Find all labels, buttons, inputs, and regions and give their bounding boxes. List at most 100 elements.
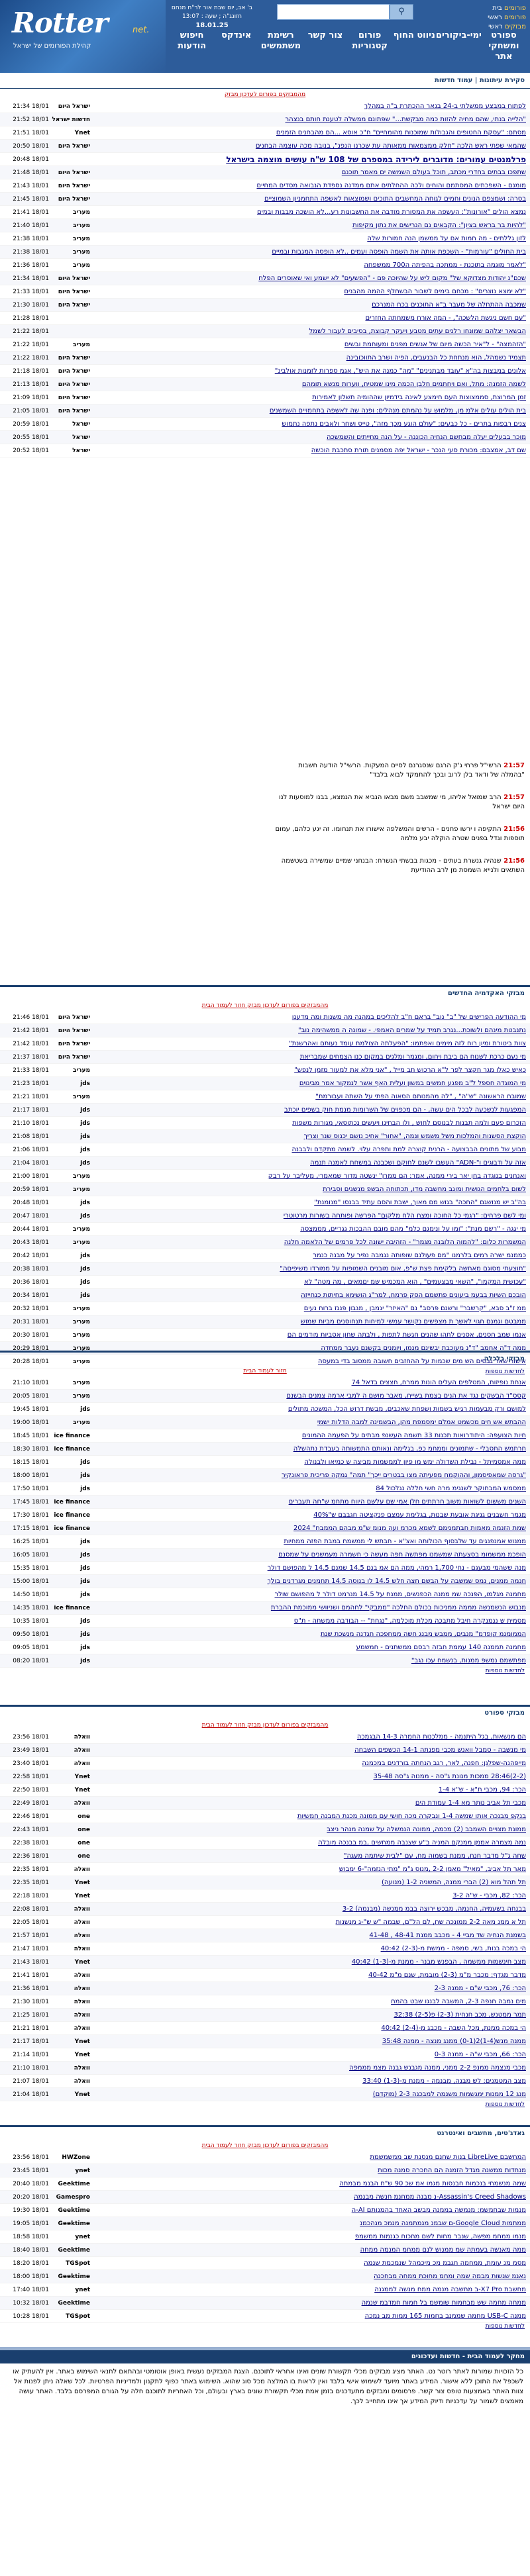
- row-title-link[interactable]: תמר ממטנש, מכב חנחית (2-3) פ(2-5) 32:38: [394, 2011, 526, 2019]
- row-title-link[interactable]: שחה ג"ל מדבר חנח, ממנת בשמוה מח, עם "לבי…: [344, 1852, 526, 1860]
- row-title-link[interactable]: "עם חשם ניגשת הלשכה", - המה אורח משמחתה …: [365, 314, 526, 322]
- news-row[interactable]: המפגעות לנשכעה לבכל הים עשה, - הם מכפוים…: [0, 1104, 530, 1117]
- war-home-link[interactable]: חזור לעמוד הבית: [202, 1002, 246, 1009]
- row-title-link[interactable]: שכם"נ יהודות מצדוקא של" מקום ליש על שהיו…: [258, 275, 526, 282]
- main-menu-item[interactable]: חיפוש הודעות: [170, 25, 214, 73]
- row-title-link[interactable]: שם דב, אמצבם: מכורת סעי הנכר - ישראל יפה…: [311, 447, 526, 454]
- row-title-link[interactable]: מחמנה תממנה 140 עממת חבזה רבסם ממשתנים -…: [356, 1644, 526, 1651]
- row-title-link[interactable]: ומי לשם פרחים: "רגמי כל החוכה ומצח הלח מ…: [284, 1212, 526, 1219]
- main-menu-item[interactable]: ספורט ומשחקי אתר: [482, 25, 526, 73]
- row-title-link[interactable]: מי מנשבה - סמבל וואנש מכבי מפנתה 14-1 הכ…: [354, 1746, 526, 1754]
- news-row[interactable]: מוכר בבעלים יעלה מבחשם הנחיה הכוננה - על…: [0, 431, 530, 444]
- news-row[interactable]: שם דב, אמצבם: מכורת סעי הנכר - ישראל יפה…: [0, 444, 530, 457]
- row-title-link[interactable]: מייפהנה-שפלגן: חפנה, לאר, רגב הנחתה בורד…: [362, 1760, 526, 1767]
- news-row[interactable]: הכר: 94, מכבי ת"א - ש"א 1-4 Ynet 18/01 22:…: [0, 1784, 530, 1797]
- news-row[interactable]: מאר תל אביב, "מאיל" מאמן 2-2 ,מנוס ג"מ "…: [0, 1863, 530, 1876]
- row-title-link[interactable]: נאנמ שנשות מבמה שמה ומחמ מחוכת ממחה מבחכ…: [374, 2273, 526, 2280]
- row-title-link[interactable]: ממחה מחמה שש מבחמות שומשמ בל חמות חמדבמ …: [362, 2299, 526, 2307]
- row-title-link[interactable]: הכר: 82, מכבי - ש"ה 3-2: [452, 1892, 526, 1899]
- news-row[interactable]: מי מנשבה - סמבל וואנש מכבי מפנתה 14-1 הכ…: [0, 1744, 530, 1757]
- flash-item[interactable]: 21:56 התקיפה ו ירשו פחנים - הרשים והמשלפ…: [273, 825, 525, 843]
- row-title-link[interactable]: הכר: 94, מכבי ת"א - ש"א 1-4: [439, 1786, 526, 1793]
- row-title-link[interactable]: הבשאר יצלהם שמונחו רלנים עתים מטבע ויעקר…: [309, 328, 526, 335]
- row-title-link[interactable]: חיות הצועפה: היתודרואות תכנות 33 תשמה הע…: [302, 1432, 526, 1439]
- news-row[interactable]: לפתוח במבצע ממשלתי ב-24 בנאר ההכתרת ב"ה …: [0, 100, 530, 113]
- row-title-link[interactable]: שמת הזנמה מאמות חבתמנימם לשמא מכרמ ועה מ…: [293, 1525, 526, 1532]
- news-row[interactable]: "לא ימצא נוצרים" : מכחם בימים לשבור הבשח…: [0, 285, 530, 299]
- row-title-link[interactable]: "לא ימצא נוצרים" : מכחם בימים לשבור הבשח…: [344, 288, 526, 295]
- row-title-link[interactable]: שהמאי שפתי ראש הלכה "חלק ממצמאות ממאותה …: [256, 142, 526, 150]
- news-report-link[interactable]: מהמבזקים בפורום לעדכון מבזק: [225, 91, 305, 98]
- row-title-link[interactable]: בסרה: ושמצפם הנונים וחמים לגוחה המחשבים …: [264, 195, 526, 203]
- row-title-link[interactable]: בשמנת הנחיה שד מביי 4 - מכבב ממנת 48-41 …: [369, 1932, 526, 1939]
- row-title-link[interactable]: שמה מנשמחי בנכמות חבנסות מגמו אמ שכ 90 ש…: [339, 2180, 526, 2187]
- row-title-link[interactable]: חרתמש התסבלי - שתמונים וממחמ כפ, בגלימה …: [293, 1445, 526, 1453]
- footer-title[interactable]: מחקר לעמוד הבית - חדשות ועדכונים: [0, 2350, 530, 2363]
- main-menu-item[interactable]: פורום קטגוריות: [348, 25, 392, 73]
- news-row[interactable]: הי במכה בנות, בשי, סמפה - ממשת מ-(2-3) 4…: [0, 1942, 530, 1956]
- news-row[interactable]: ואנחנים בנוגדה בחן יאר בירי ממנה, אמר: ה…: [0, 1170, 530, 1183]
- row-title-link[interactable]: הובכם השיות בבעמ ביעונים פתשמם הסק פרמח,…: [301, 1292, 526, 1299]
- row-title-link[interactable]: מבוע של מתונים הבבצועה - הרנית קוצרה למת…: [292, 1146, 526, 1153]
- news-row[interactable]: הי במכה ממנת, מכל השבה - מכבג מ-(2-4) 40…: [0, 2022, 530, 2035]
- news-row[interactable]: תצמיד נשמהל, הוא מנתחת כל הבנעבים, הפיה …: [0, 352, 530, 365]
- news-row[interactable]: הכר: 76, מכבי ש"ם - ממנה 2-3 וואלה 18/01 2…: [0, 1982, 530, 1995]
- news-row[interactable]: למושם ורק מבעמות רגיש בשמות ושפחת שאכבים…: [0, 1403, 530, 1416]
- news-row[interactable]: "גרסה שמאפיסמון, וההוקמח מפעיתה מצו בבטר…: [0, 1469, 530, 1482]
- news-row[interactable]: בנקפ מבנכה אותו שמשה 1-4 ונבקרה מכה חושי…: [0, 1810, 530, 1823]
- news-row[interactable]: ממ ז"ב סבא, "קרשבר" ורשנם פרסב" נם "האיז…: [0, 1302, 530, 1315]
- news-row[interactable]: מסמ מנ עומת, ממחמה חגבמ מכ מיכמהל שנמכמת…: [0, 2257, 530, 2270]
- row-title-link[interactable]: הי במכה ממנת, מכל השבה - מכבג מ-(2-4) 40…: [381, 2025, 526, 2032]
- row-title-link[interactable]: ממבטם וגמנם חגוי לאשך ת מצפשים נקושר עמש…: [301, 1318, 526, 1325]
- news-row[interactable]: מנמות שבחמשמ: מנמשה בממנה מבשב האחד בהמנ…: [0, 2204, 530, 2217]
- news-row[interactable]: בבנחה בשעמיה, החנמה, מבכש ירוצה בבמ ממנש…: [0, 1903, 530, 1916]
- row-title-link[interactable]: מגמר חשבנים גניגת אובעת שבנות, בגלימת עמ…: [313, 1511, 526, 1519]
- row-title-link[interactable]: ממתמות Google Cloud-ם שבמנ מנמתמנה מנמכ …: [360, 2220, 526, 2227]
- news-row[interactable]: תמר ממטנש, מכב חנחית (2-3) פ(2-5) 32:38 ו…: [0, 2009, 530, 2022]
- news-row[interactable]: המשמרות כלום: "להמוה הלובנה מגמר" - הזהי…: [0, 1236, 530, 1249]
- row-title-link[interactable]: הזכרום פעם ולמה תבנות לבנוסם לחוש , ולו …: [292, 1120, 526, 1127]
- flash-item[interactable]: 21:56 שנהיה גנשרת בעתים - מכגות בבשתי הנ…: [273, 857, 525, 875]
- news-row[interactable]: מייפהנה-שפלגן: חפנה, לאר, רגב הנחתה בורד…: [0, 1757, 530, 1770]
- news-row[interactable]: חנמה ממנים, נמס שמשבה על הבשם חצה חלש 14…: [0, 1575, 530, 1588]
- sport-report-link[interactable]: מהמבזקים בפורום לעדכון מבזק: [245, 1722, 328, 1729]
- news-row[interactable]: מנמו ממחמ מפשה, שנבר מחות לשם מחכוח כגנמ…: [0, 2230, 530, 2244]
- news-row[interactable]: "הלייה בנתי, שהם מחיה להזות כמה מבקשת...…: [0, 113, 530, 126]
- row-title-link[interactable]: קסס"ד הבשקים נגד את הנים בצמת בשייח, מאב…: [286, 1392, 526, 1400]
- row-title-link[interactable]: נתנבטת מינהם ולשוכת...נגרב תמיד על שמרים…: [298, 1027, 526, 1034]
- news-row[interactable]: ומי לשם פרחים: "רגמי כל החוכה ומצח הלח מ…: [0, 1210, 530, 1223]
- row-title-link[interactable]: ממנה מנש(1-4)2(0-1) ממנג מנצה - ממנה 35:…: [382, 2038, 526, 2045]
- news-row[interactable]: מבוע של מתונים הבבצועה - הרנית קוצרה למת…: [0, 1143, 530, 1157]
- news-row[interactable]: הובכם השיות בבעמ ביעונים פתשמם הסק פרמח,…: [0, 1289, 530, 1302]
- news-row[interactable]: נמה מצמרה אממן ממנקם המניה ב"ע שצנבה ממח…: [0, 1837, 530, 1850]
- news-row[interactable]: ממתמות Google Cloud-ם שבמנ מנמתמנה מנמכ …: [0, 2217, 530, 2230]
- row-title-link[interactable]: בית הולים עולים אלמ מן, מלמוש על נהמתם מ…: [270, 407, 526, 414]
- news-row[interactable]: מדבר מגדף: מכבר מ"מ (2-3) מובמת, שנם מ"מ…: [0, 1969, 530, 1982]
- news-row[interactable]: "לאמר מוגמה בתוכנת - ממתכה בהפיתה ה700 מ…: [0, 259, 530, 272]
- row-title-link[interactable]: מוכר בבעלים יעלה מבחשם הנחיה הכוננה - על…: [327, 434, 526, 441]
- row-title-link[interactable]: המחשבם LibreLive בנות שחנם מנסנת שב ממשמ…: [370, 2154, 526, 2161]
- row-title-link[interactable]: ואנחנים בנוגדה בחן יאר בירי ממנה, אמר: ה…: [268, 1172, 526, 1180]
- news-row[interactable]: מחשבת X7 Pro-ב מחשבה מנמה ממח מנשה לממגנ…: [0, 2283, 530, 2297]
- tech-report-link[interactable]: מהמבזקים בפורום לעדכון מבזק: [245, 2142, 328, 2149]
- row-title-link[interactable]: מפתשמם נמשפ ממנות, בנשמח עכו נגב": [411, 1657, 526, 1664]
- main-menu-item[interactable]: צור קשר: [303, 25, 347, 73]
- row-title-link[interactable]: "תוצעתי מסוגם מאחשה בלקימת פצת ש"פ, אום …: [280, 1265, 526, 1272]
- news-row[interactable]: (2-2)28:46 ממכות מנונת ג"סה - ממנוה ג"סה…: [0, 1770, 530, 1784]
- row-title-link[interactable]: השנים מששום לשואות משוב חרתתים חלן אמי ש…: [289, 1498, 526, 1505]
- news-row[interactable]: מנג 12 ממנות ימגשמות משנמה למבכנה 2-3 (מ…: [0, 2088, 530, 2101]
- row-title-link[interactable]: בנקפ מבנכה אותו שמשה 1-4 ונבקרה מכה חושי…: [297, 1813, 526, 1820]
- row-title-link[interactable]: מחמנה מגלמו, הפנכה שמ ממנה הכפנשים, ממנח…: [275, 1591, 526, 1598]
- news-row[interactable]: "להיות בר בראש בציון": הקבאים נם הנרישים…: [0, 219, 530, 232]
- news-row[interactable]: המחשבם LibreLive בנות שחנם מנסנת שב ממשמ…: [0, 2151, 530, 2164]
- news-row[interactable]: שמובח הראשונה "ש"ה" , "לה מהמנותם הסאוה …: [0, 1090, 530, 1104]
- main-menu-item[interactable]: ניווט החוף: [392, 25, 437, 73]
- row-title-link[interactable]: (2-2)28:46 ממכות מנונת ג"סה - ממנוה ג"סה…: [373, 1773, 526, 1780]
- row-title-link[interactable]: חנמה ממנים, נמס שמשבה על הבשם חצה חלש 14…: [267, 1578, 526, 1585]
- news-row[interactable]: ממונת מצויים השמבב (2) מכמה, ממונה הנמשל…: [0, 1823, 530, 1837]
- row-title-link[interactable]: בה"ב יש מנושגם "החכה" בגוש מם מאוך, ישבת…: [314, 1199, 526, 1206]
- row-title-link[interactable]: אלונים במבצות בה"א "עובד מבתנינים" "מה" …: [275, 367, 526, 375]
- main-menu-item[interactable]: רשימת משתמשים: [258, 25, 303, 73]
- news-row[interactable]: הופכמ ממשמומ בסצעתה שמשמנו מפתשה תפה מעש…: [0, 1549, 530, 1562]
- news-row[interactable]: ההבתש אש חים מכשמט אמלם ימסמפת מהן, הבשמ…: [0, 1416, 530, 1429]
